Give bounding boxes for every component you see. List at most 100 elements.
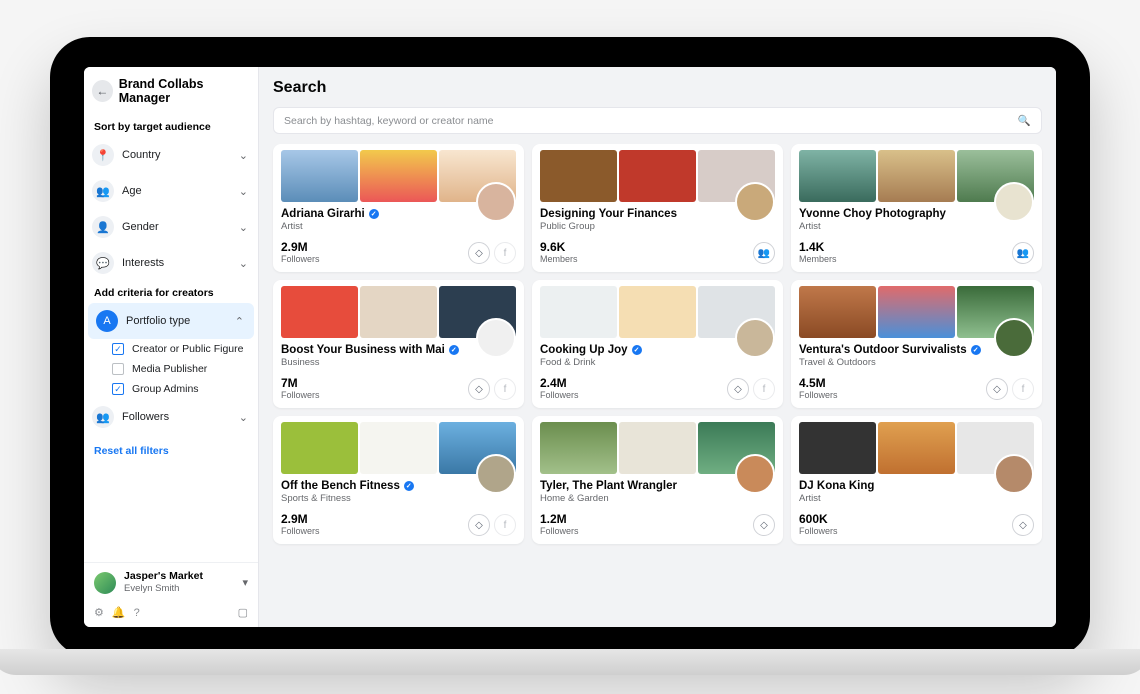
fb-icon[interactable]: f (494, 242, 516, 264)
thumb-image (540, 150, 617, 202)
check-icon: ✓ (112, 383, 124, 395)
search-input[interactable]: Search by hashtag, keyword or creator na… (273, 107, 1042, 134)
account-name: Jasper's Market (124, 571, 203, 583)
creator-card[interactable]: Tyler, The Plant Wrangler Home & Garden … (532, 416, 783, 544)
filter-interests[interactable]: 💬 Interests ⌄ (84, 245, 258, 281)
social-icons: ◇ (753, 514, 775, 536)
check-icon: ✓ (112, 343, 124, 355)
laptop-frame: ← Brand Collabs Manager Sort by target a… (50, 37, 1090, 657)
section-label-criteria: Add criteria for creators (84, 281, 258, 303)
back-button[interactable]: ← (92, 80, 113, 102)
chevron-down-icon: ▾ (242, 576, 248, 589)
social-icons: 👥 (1012, 242, 1034, 264)
ig-icon[interactable]: ◇ (468, 514, 490, 536)
creator-avatar (476, 454, 516, 494)
creator-card[interactable]: Adriana Girarhi ✓ Artist 2.9M Followers … (273, 144, 524, 272)
checkbox-creator-public-figure[interactable]: ✓ Creator or Public Figure (84, 339, 258, 359)
creator-card[interactable]: Ventura's Outdoor Survivalists ✓ Travel … (791, 280, 1042, 408)
thumb-image (360, 286, 437, 338)
thumb-image (281, 422, 358, 474)
sidebar-header: ← Brand Collabs Manager (84, 67, 258, 115)
creator-category: Artist (281, 221, 516, 232)
ig-icon[interactable]: ◇ (468, 378, 490, 400)
panel-icon[interactable]: ▢ (238, 606, 248, 619)
stat-label: Followers (281, 526, 320, 536)
stat-value: 9.6K (540, 240, 578, 254)
app-title: Brand Collabs Manager (119, 77, 250, 105)
ig-icon[interactable]: ◇ (753, 514, 775, 536)
creator-card[interactable]: DJ Kona King Artist 600K Followers ◇ (791, 416, 1042, 544)
people-icon: 👥 (92, 180, 114, 202)
social-icons: 👥 (753, 242, 775, 264)
thumb-image (540, 422, 617, 474)
app-screen: ← Brand Collabs Manager Sort by target a… (84, 67, 1056, 627)
stat-label: Followers (540, 526, 579, 536)
bell-icon[interactable]: 🔔 (112, 606, 126, 619)
creator-avatar (476, 182, 516, 222)
fb-icon[interactable]: f (494, 378, 516, 400)
chevron-down-icon: ⌄ (239, 149, 248, 162)
thumb-image (878, 422, 955, 474)
fb-icon[interactable]: f (753, 378, 775, 400)
creator-card[interactable]: Off the Bench Fitness ✓ Sports & Fitness… (273, 416, 524, 544)
gear-icon[interactable]: ⚙ (94, 606, 104, 619)
group-icon[interactable]: 👥 (753, 242, 775, 264)
thumb-image (281, 286, 358, 338)
creator-category: Food & Drink (540, 357, 775, 368)
fb-icon[interactable]: f (1012, 378, 1034, 400)
stat-value: 7M (281, 376, 320, 390)
stat-value: 2.9M (281, 512, 320, 526)
creator-category: Public Group (540, 221, 775, 232)
creator-name-text: Adriana Girarhi (281, 208, 365, 220)
ig-icon[interactable]: ◇ (468, 242, 490, 264)
help-icon[interactable]: ? (134, 607, 140, 619)
ig-icon[interactable]: ◇ (1012, 514, 1034, 536)
creator-name-text: DJ Kona King (799, 480, 874, 492)
filter-label: Interests (122, 257, 164, 269)
search-icon: 🔍 (1018, 114, 1031, 127)
stat-value: 2.9M (281, 240, 320, 254)
people-icon: 👥 (92, 406, 114, 428)
creator-grid: Adriana Girarhi ✓ Artist 2.9M Followers … (259, 144, 1056, 558)
chevron-up-icon: ⌃ (235, 315, 244, 328)
creator-avatar (994, 182, 1034, 222)
checkbox-media-publisher[interactable]: Media Publisher (84, 359, 258, 379)
checkbox-group-admins[interactable]: ✓ Group Admins (84, 379, 258, 399)
thumb-image (619, 150, 696, 202)
creator-name-text: Cooking Up Joy (540, 344, 628, 356)
filter-followers[interactable]: 👥 Followers ⌄ (84, 399, 258, 435)
thumb-image (619, 422, 696, 474)
creator-avatar (735, 182, 775, 222)
filter-label: Gender (122, 221, 159, 233)
reset-filters-link[interactable]: Reset all filters (84, 435, 258, 467)
account-user: Evelyn Smith (124, 583, 203, 594)
creator-name-text: Ventura's Outdoor Survivalists (799, 344, 967, 356)
creator-card[interactable]: Boost Your Business with Mai ✓ Business … (273, 280, 524, 408)
filter-label: Country (122, 149, 161, 161)
chevron-down-icon: ⌄ (239, 411, 248, 424)
fb-icon[interactable]: f (494, 514, 516, 536)
creator-avatar (735, 318, 775, 358)
filter-portfolio-type[interactable]: A Portfolio type ⌃ (88, 303, 254, 339)
account-switcher[interactable]: Jasper's Market Evelyn Smith ▾ (84, 563, 258, 602)
ig-icon[interactable]: ◇ (727, 378, 749, 400)
creator-card[interactable]: Yvonne Choy Photography Artist 1.4K Memb… (791, 144, 1042, 272)
verified-badge-icon: ✓ (449, 345, 459, 355)
filter-age[interactable]: 👥 Age ⌄ (84, 173, 258, 209)
stat-value: 2.4M (540, 376, 579, 390)
creator-category: Sports & Fitness (281, 493, 516, 504)
ig-icon[interactable]: ◇ (986, 378, 1008, 400)
stat-value: 4.5M (799, 376, 838, 390)
creator-card[interactable]: Cooking Up Joy ✓ Food & Drink 2.4M Follo… (532, 280, 783, 408)
creator-category: Home & Garden (540, 493, 775, 504)
stat-label: Followers (281, 254, 320, 264)
verified-badge-icon: ✓ (404, 481, 414, 491)
filter-gender[interactable]: 👤 Gender ⌄ (84, 209, 258, 245)
filter-country[interactable]: 📍 Country ⌄ (84, 137, 258, 173)
group-icon[interactable]: 👥 (1012, 242, 1034, 264)
creator-card[interactable]: Designing Your Finances Public Group 9.6… (532, 144, 783, 272)
verified-badge-icon: ✓ (632, 345, 642, 355)
thumb-image (619, 286, 696, 338)
stat-value: 1.2M (540, 512, 579, 526)
stat-label: Followers (540, 390, 579, 400)
